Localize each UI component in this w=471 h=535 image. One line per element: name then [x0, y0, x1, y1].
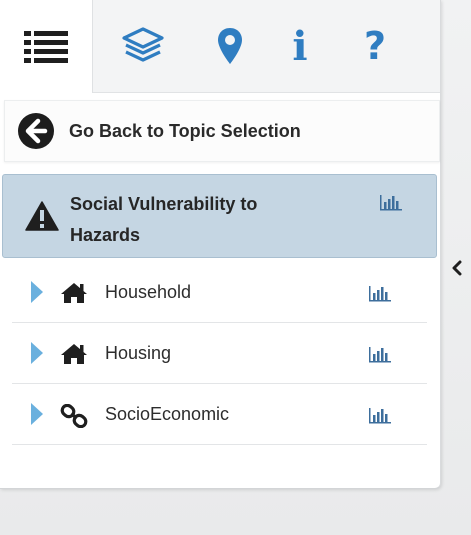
tab-layers[interactable]: [110, 0, 176, 92]
subtopic-list: Household Housing SocioEconomic: [12, 262, 427, 445]
tab-list[interactable]: [0, 0, 93, 93]
tab-location[interactable]: [200, 0, 260, 92]
list-icon: [24, 30, 68, 63]
subtopic-label: Housing: [105, 343, 172, 363]
map-marker-icon: [218, 28, 242, 64]
tab-bar: i ?: [0, 0, 440, 93]
topic-header[interactable]: Social Vulnerability to Hazards: [2, 174, 437, 258]
home-icon: [61, 344, 87, 364]
tab-help[interactable]: ?: [350, 0, 400, 92]
subtopic-socioeconomic[interactable]: SocioEconomic: [12, 384, 427, 445]
bar-chart-icon[interactable]: [368, 284, 392, 302]
chevron-left-icon: [452, 260, 462, 276]
app-frame: i ? Go Back to Topic Selection Social Vu…: [0, 0, 471, 535]
help-icon: ?: [363, 24, 387, 68]
bar-chart-icon[interactable]: [379, 193, 403, 211]
caret-right-icon[interactable]: [30, 280, 44, 304]
caret-right-icon[interactable]: [30, 341, 44, 365]
link-icon: [60, 404, 88, 428]
subtopic-housing[interactable]: Housing: [12, 323, 427, 384]
side-panel: i ? Go Back to Topic Selection Social Vu…: [0, 0, 441, 489]
subtopic-label: Household: [105, 282, 192, 302]
topic-title: Social Vulnerability to Hazards: [70, 194, 258, 245]
go-back-label: Go Back to Topic Selection: [69, 120, 301, 141]
collapse-panel-button[interactable]: [447, 256, 467, 280]
layers-icon: [122, 27, 164, 62]
home-icon: [61, 283, 87, 303]
caret-right-icon[interactable]: [30, 402, 44, 426]
subtopic-label: SocioEconomic: [105, 404, 230, 424]
info-icon: i: [292, 22, 308, 70]
arrow-circle-left-icon: [18, 113, 54, 149]
subtopic-household[interactable]: Household: [12, 262, 427, 323]
bar-chart-icon[interactable]: [368, 406, 392, 424]
bar-chart-icon[interactable]: [368, 345, 392, 363]
go-back-button[interactable]: Go Back to Topic Selection: [4, 100, 440, 162]
warning-icon: [25, 201, 59, 231]
tab-info[interactable]: i: [275, 0, 325, 92]
